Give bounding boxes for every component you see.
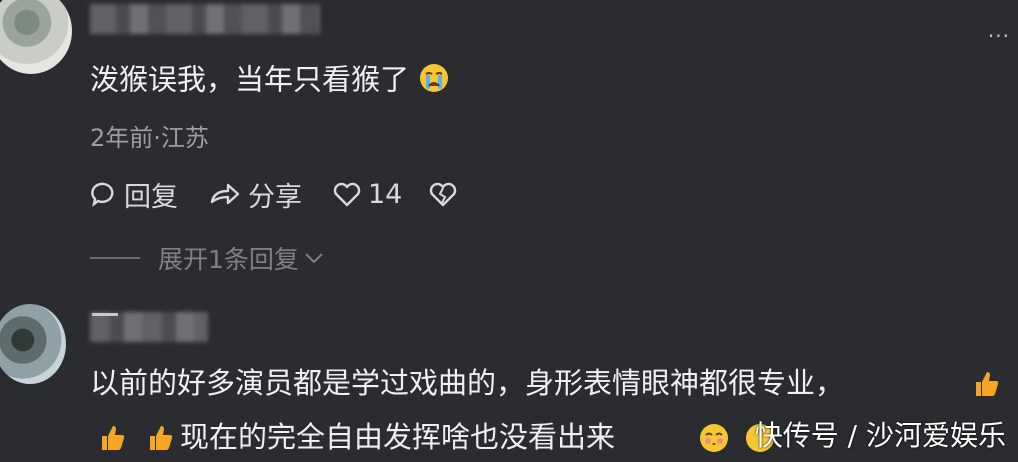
- comment-text: 泼猴误我，当年只看猴了: [90, 62, 450, 101]
- broken-heart-icon: [429, 182, 457, 207]
- username-blurred[interactable]: [90, 4, 320, 34]
- share-icon: [210, 183, 240, 205]
- share-button[interactable]: 分享: [208, 176, 302, 213]
- expand-replies-label: 展开1条回复: [158, 245, 299, 274]
- heart-icon: [333, 182, 361, 207]
- kissing-face-icon: [698, 422, 730, 458]
- crying-face-icon: [418, 62, 450, 101]
- thumbs-up-icon: [970, 368, 1002, 404]
- divider-line: [90, 257, 140, 259]
- watermark: 快传号 / 沙河爱娱乐: [754, 419, 1006, 452]
- dislike-button[interactable]: [428, 176, 464, 212]
- thumbs-up-icon: [144, 422, 176, 458]
- comment-body: 现在的完全自由发挥啥也没看出来: [180, 420, 616, 454]
- comment-body: 泼猴误我，当年只看猴了: [90, 62, 410, 97]
- avatar[interactable]: [0, 304, 66, 384]
- more-options-icon[interactable]: ···: [988, 26, 1010, 46]
- reply-icon: [91, 182, 114, 207]
- comment-text-line1: 以前的好多演员都是学过戏曲的，身形表情眼神都很专业，: [90, 366, 844, 400]
- comment-body: 以前的好多演员都是学过戏曲的，身形表情眼神都很专业，: [90, 366, 845, 400]
- username-blurred[interactable]: [90, 312, 208, 342]
- share-label: 分享: [248, 181, 302, 213]
- expand-replies-button[interactable]: 展开1条回复: [90, 240, 325, 276]
- avatar[interactable]: [0, 0, 72, 74]
- reply-button[interactable]: 回复: [90, 176, 178, 213]
- comment-text-line2: 现在的完全自由发挥啥也没看出来: [180, 420, 615, 454]
- chevron-down-icon: [305, 253, 323, 264]
- like-count: 14: [368, 178, 403, 210]
- username-fragment: [92, 313, 118, 316]
- like-button[interactable]: 14: [332, 176, 402, 212]
- thumbs-up-icon: [96, 422, 128, 458]
- comment-meta: 2年前·江苏: [90, 124, 209, 152]
- reply-label: 回复: [124, 181, 178, 213]
